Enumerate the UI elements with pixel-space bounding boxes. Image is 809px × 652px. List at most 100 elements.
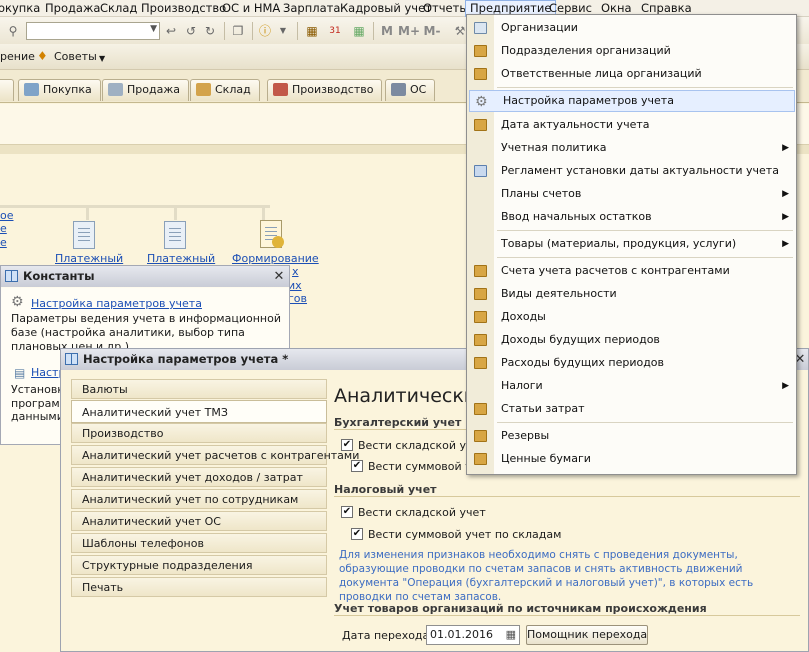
tab-purchase[interactable]: Покупка [18,79,101,101]
nav-employees[interactable]: Аналитический учет по сотрудникам [71,489,327,509]
gear-icon: ⚙ [475,94,488,110]
nav-print[interactable]: Печать [71,577,327,597]
nav-tmz[interactable]: Аналитический учет ТМЗ [71,400,327,423]
tab-warehouse[interactable]: Склад [190,79,260,101]
memory-plus-button[interactable]: M+ [398,22,420,40]
menu-item-organizations[interactable]: Организации [468,17,795,39]
menu-item-activities[interactable]: Виды деятельности [468,283,795,305]
formation-link-fragment[interactable]: х [292,265,299,278]
menu-item-actual-date[interactable]: Дата актуальности учета [468,114,795,136]
tab-fixed-assets[interactable]: ОС [385,79,436,101]
date-input[interactable]: 01.01.2016 ▦ [426,625,520,645]
menu-item-deferred-expenses[interactable]: Расходы будущих периодов [468,352,795,374]
nav-phone-templates[interactable]: Шаблоны телефонов [71,533,327,553]
menu-item-regulation[interactable]: Регламент установки даты актуальности уч… [468,160,795,182]
nav-income-costs[interactable]: Аналитический учет доходов / затрат [71,467,327,487]
menu-item-label: Настройка параметров учета [503,94,674,107]
desktop-link[interactable]: е [0,236,7,249]
info-icon[interactable]: ⓘ [256,22,274,40]
menu-item-accounting-policy[interactable]: Учетная политика ▶ [468,137,795,159]
payment-link[interactable]: Платежный [55,252,123,265]
settings-link[interactable]: Настройка параметров учета [31,297,202,310]
close-icon[interactable]: ✕ [271,266,287,287]
menu-item-opening-balances[interactable]: Ввод начальных остатков ▶ [468,206,795,228]
toolbar-separator [252,22,253,40]
folder-icon [474,430,487,442]
desktop-link[interactable]: ое [0,209,14,222]
calendar-icon[interactable]: ▦ [506,626,516,644]
menu-fixed-assets[interactable]: ОС и НМА [218,0,284,17]
menu-item-reserves[interactable]: Резервы [468,425,795,447]
payment-document-icon[interactable] [164,221,186,249]
menu-purchase[interactable]: окупка [0,0,44,17]
payment-link[interactable]: Платежный [147,252,215,265]
checkbox-buh-sklad[interactable]: ✔ [341,439,353,451]
connector-line [86,205,89,220]
tab-partial[interactable] [0,79,14,101]
calendar-icon[interactable]: 31 [326,22,344,40]
menu-item-responsible[interactable]: Ответственные лица организаций [468,63,795,85]
windows-icon[interactable]: ❐ [229,22,247,40]
tab-production[interactable]: Производство [267,79,383,101]
menu-item-label: Ввод начальных остатков [501,210,652,223]
find-icon[interactable]: ↩ [162,22,180,40]
checkbox-nal-sklad[interactable]: ✔ [341,506,353,518]
constants-window-titlebar[interactable]: Константы ✕ [1,266,289,287]
formation-link-fragment[interactable]: гов [288,292,307,305]
document-icon: ▤ [14,366,26,380]
menu-item-divisions[interactable]: Подразделения организаций [468,40,795,62]
memory-button[interactable]: M [378,22,396,40]
menu-salary[interactable]: Зарплата [279,0,344,17]
group-line [334,496,800,497]
formation-link[interactable]: Формирование [232,252,319,265]
menu-item-contractor-accounts[interactable]: Счета учета расчетов с контрагентами [468,260,795,282]
menu-sales[interactable]: Продажа [41,0,104,17]
search-icon[interactable]: ⚲ [4,22,22,40]
calculator-icon[interactable]: ▦ [303,22,321,40]
submenu-arrow-icon: ▶ [782,381,789,391]
desktop-link[interactable]: е [0,222,7,235]
payment-document-icon[interactable] [73,221,95,249]
folder-icon [474,403,487,415]
folder-icon [474,311,487,323]
building-icon [474,22,487,34]
wizard-button[interactable]: Помощник перехода [526,625,648,645]
menu-item-income[interactable]: Доходы [468,306,795,328]
chevron-down-icon[interactable]: ▼ [274,22,292,40]
find-prev-icon[interactable]: ↻ [201,22,219,40]
nav-contractors[interactable]: Аналитический учет расчетов с контрагент… [71,445,359,465]
find-next-icon[interactable]: ↺ [182,22,200,40]
toolbar-fragment[interactable]: рение [0,50,35,63]
menu-item-taxes[interactable]: Налоги ▶ [468,375,795,397]
memory-minus-button[interactable]: M- [421,22,443,40]
folder-icon [474,288,487,300]
menu-item-label: Расходы будущих периодов [501,356,665,369]
nav-currencies[interactable]: Валюты [71,379,327,399]
menu-production[interactable]: Производство [137,0,230,17]
checkbox-label: Вести суммовой учет по складам [368,528,562,541]
nav-departments[interactable]: Структурные подразделения [71,555,327,575]
checkbox-nal-sum[interactable]: ✔ [351,528,363,540]
chevron-down-icon[interactable]: ▼ [99,54,105,63]
tables-icon[interactable]: ▦ [350,22,368,40]
submenu-arrow-icon: ▶ [782,212,789,222]
advice-button[interactable]: Советы [54,50,97,63]
menu-item-securities[interactable]: Ценные бумаги [468,448,795,470]
menu-separator [497,87,793,88]
menu-item-charts-of-accounts[interactable]: Планы счетов ▶ [468,183,795,205]
menu-item-label: Регламент установки даты актуальности уч… [501,164,779,177]
tab-sales[interactable]: Продажа [102,79,189,101]
menu-separator [497,257,793,258]
menu-item-goods[interactable]: Товары (материалы, продукция, услуги) ▶ [468,233,795,255]
menu-item-settings[interactable]: ⚙ Настройка параметров учета [469,90,795,112]
formation-link-fragment[interactable]: их [288,279,302,292]
chevron-down-icon[interactable]: ▼ [150,24,157,34]
menu-item-label: Виды деятельности [501,287,617,300]
menu-warehouse[interactable]: Склад [96,0,141,17]
nav-production[interactable]: Производство [71,423,327,443]
nav-fixed-assets[interactable]: Аналитический учет ОС [71,511,327,531]
search-input[interactable]: ▼ [26,22,160,40]
menu-item-deferred-income[interactable]: Доходы будущих периодов [468,329,795,351]
menu-item-cost-items[interactable]: Статьи затрат [468,398,795,420]
checkbox-buh-sum[interactable]: ✔ [351,460,363,472]
